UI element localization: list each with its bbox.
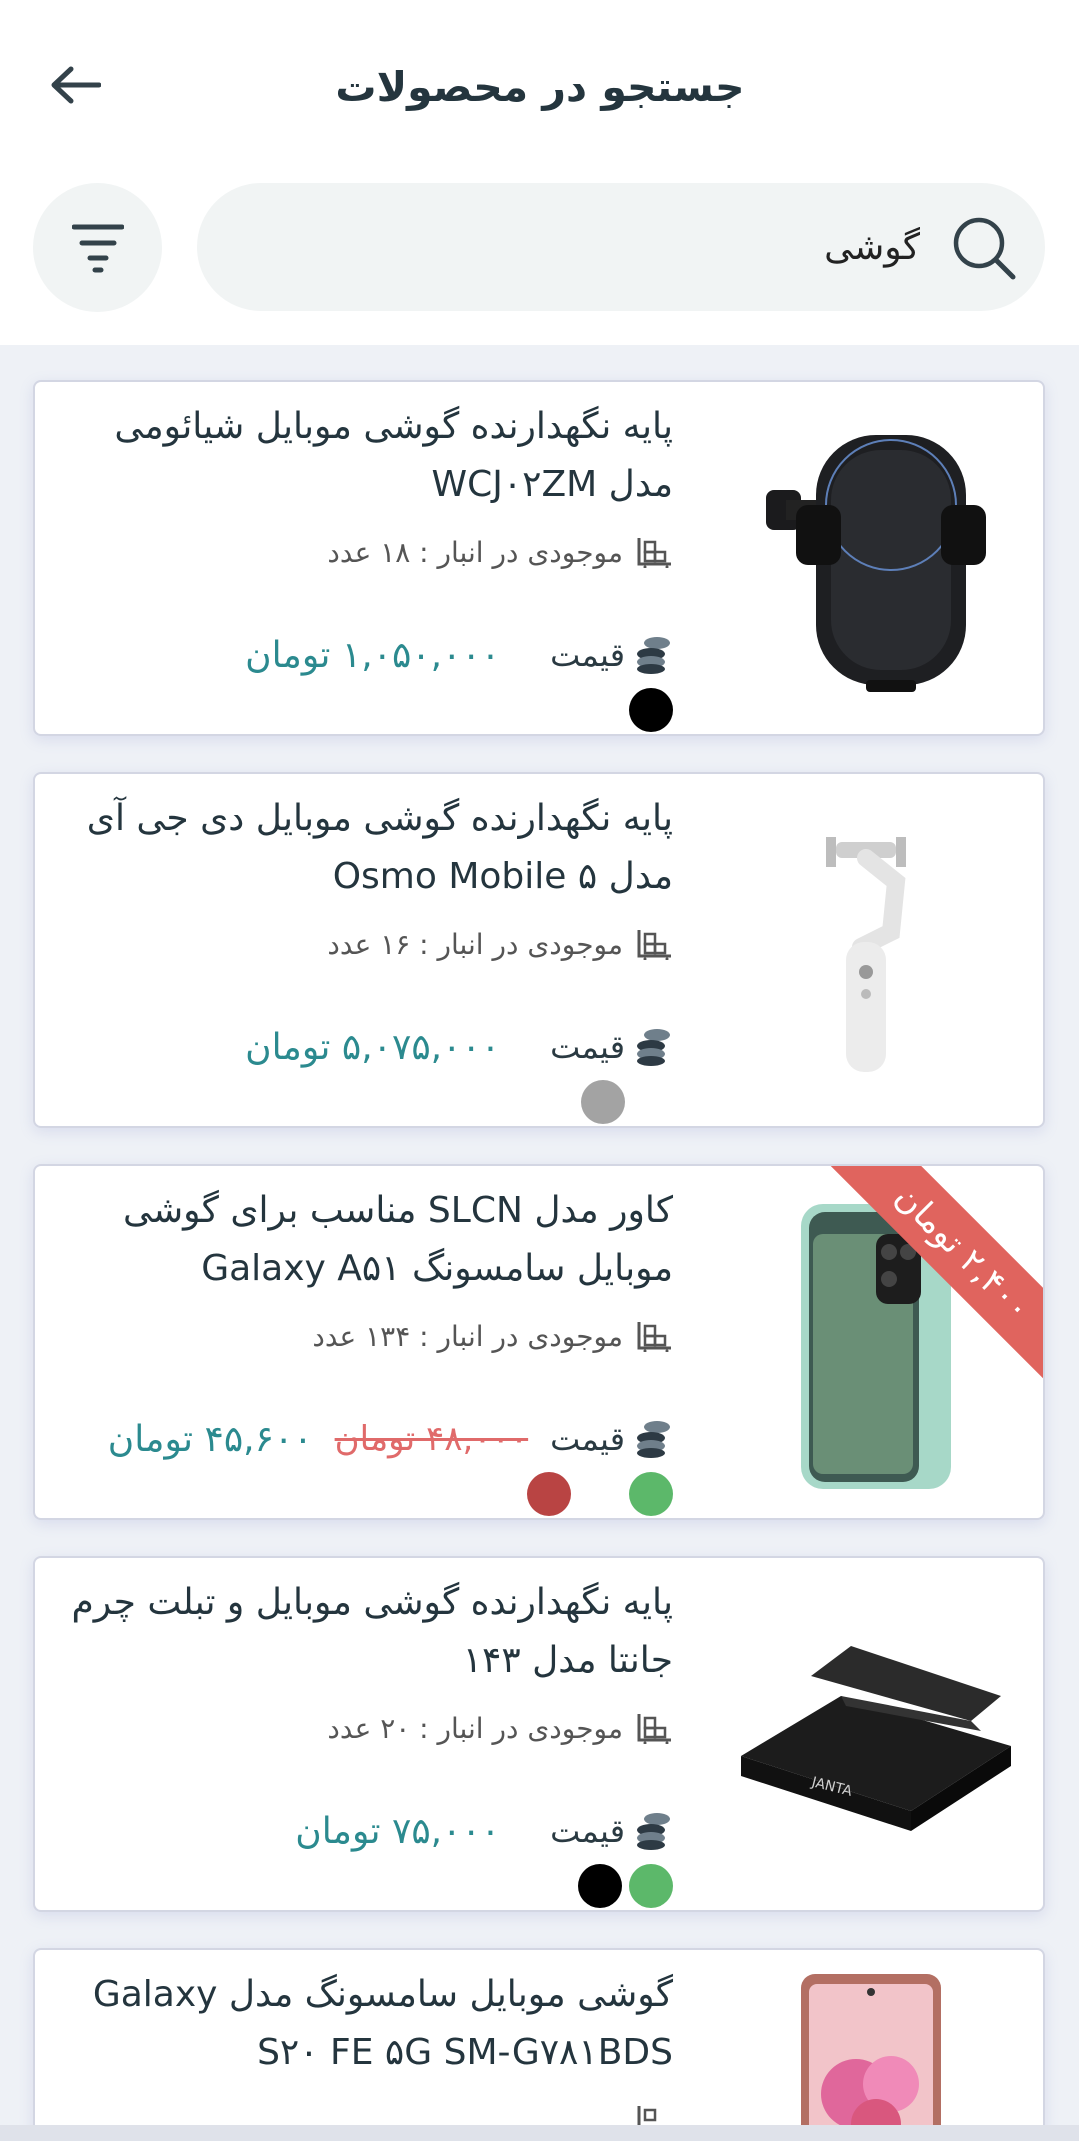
product-card[interactable]: JANTA پایه نگهدارنده گوشی موبایل و تبلت … [33, 1556, 1045, 1912]
color-swatch-black[interactable] [629, 688, 673, 732]
color-swatches [520, 1472, 673, 1516]
product-card[interactable]: پایه نگهدارنده گوشی موبایل دی جی آی مدل … [33, 772, 1045, 1128]
gimbal-stabilizer-image [825, 836, 906, 1072]
product-list: پایه نگهدارنده گوشی موبایل شیائومی مدل W… [33, 380, 1045, 2141]
app-header: جستجو در محصولات [0, 0, 1079, 345]
product-card[interactable]: گوشی موبایل سامسونگ مدل Galaxy S۲۰ FE ۵G… [33, 1948, 1045, 2141]
price-value: ۵,۰۷۵,۰۰۰ تومان [245, 1026, 501, 1068]
filter-icon [71, 224, 124, 272]
stock-text: موجودی در انبار : ۱۶ عدد [327, 927, 623, 961]
product-title[interactable]: پایه نگهدارنده گوشی موبایل شیائومی مدل W… [53, 398, 673, 514]
phone-car-mount-image [765, 434, 986, 692]
product-title[interactable]: پایه نگهدارنده گوشی موبایل و تبلت چرم جا… [53, 1574, 673, 1690]
old-price: ۴۸,۰۰۰ تومان [334, 1419, 529, 1459]
price-value: ۱,۰۵۰,۰۰۰ تومان [245, 634, 501, 676]
page-title: جستجو در محصولات [335, 63, 745, 111]
price-label: قیمت [550, 1812, 625, 1850]
price-value: ۷۵,۰۰۰ تومان [295, 1810, 501, 1852]
warehouse-icon [637, 538, 671, 568]
price-value: ۴۵,۶۰۰ تومان [107, 1418, 313, 1460]
price-label: قیمت [550, 636, 625, 674]
product-image[interactable] [748, 1974, 993, 2141]
discount-ribbon: ۲,۴۰۰ تومان [823, 1166, 1043, 1386]
price-label: قیمت [550, 1028, 625, 1066]
search-bar[interactable] [197, 183, 1045, 311]
coins-icon [637, 637, 670, 674]
leather-stand-image: JANTA [740, 1645, 1011, 1831]
discount-amount: ۲,۴۰۰ تومان [823, 1166, 1043, 1386]
price-label: قیمت [550, 1420, 625, 1458]
product-card[interactable]: ۲,۴۰۰ تومان کاور مدل SLCN مناسب برای گوش… [33, 1164, 1045, 1520]
samsung-phone-image [800, 1974, 941, 2141]
product-image[interactable] [748, 402, 993, 717]
search-icon[interactable] [951, 215, 1017, 281]
filter-button[interactable] [33, 183, 162, 312]
stock-text: موجودی در انبار : ۲۰ عدد [327, 1711, 623, 1745]
color-swatch-red[interactable] [527, 1472, 571, 1516]
warehouse-icon [637, 1714, 671, 1744]
product-title[interactable]: پایه نگهدارنده گوشی موبایل دی جی آی مدل … [53, 790, 673, 906]
stock-text: موجودی در انبار : ۱۳۴ عدد [312, 1319, 623, 1353]
product-title[interactable]: گوشی موبایل سامسونگ مدل Galaxy S۲۰ FE ۵G… [53, 1966, 673, 2082]
color-swatches [574, 1080, 625, 1124]
warehouse-icon [637, 930, 671, 960]
coins-icon [637, 1029, 670, 1066]
bottom-edge [0, 2125, 1079, 2141]
back-button[interactable] [40, 50, 110, 120]
product-image[interactable] [748, 794, 993, 1109]
color-swatches [571, 1864, 673, 1908]
product-image[interactable]: JANTA [728, 1578, 1018, 1893]
color-swatch-green[interactable] [629, 1472, 673, 1516]
arrow-left-icon [51, 66, 101, 104]
coins-icon [637, 1813, 670, 1850]
warehouse-icon [637, 1322, 671, 1352]
coins-icon [637, 1421, 670, 1458]
color-swatch-green[interactable] [629, 1864, 673, 1908]
color-swatch-black[interactable] [578, 1864, 622, 1908]
product-card[interactable]: پایه نگهدارنده گوشی موبایل شیائومی مدل W… [33, 380, 1045, 736]
color-swatch-gray[interactable] [581, 1080, 625, 1124]
color-swatches [622, 688, 673, 732]
search-input[interactable] [280, 203, 920, 291]
stock-text: موجودی در انبار : ۱۸ عدد [327, 535, 623, 569]
product-title[interactable]: کاور مدل SLCN مناسب برای گوشی موبایل سام… [53, 1182, 673, 1298]
